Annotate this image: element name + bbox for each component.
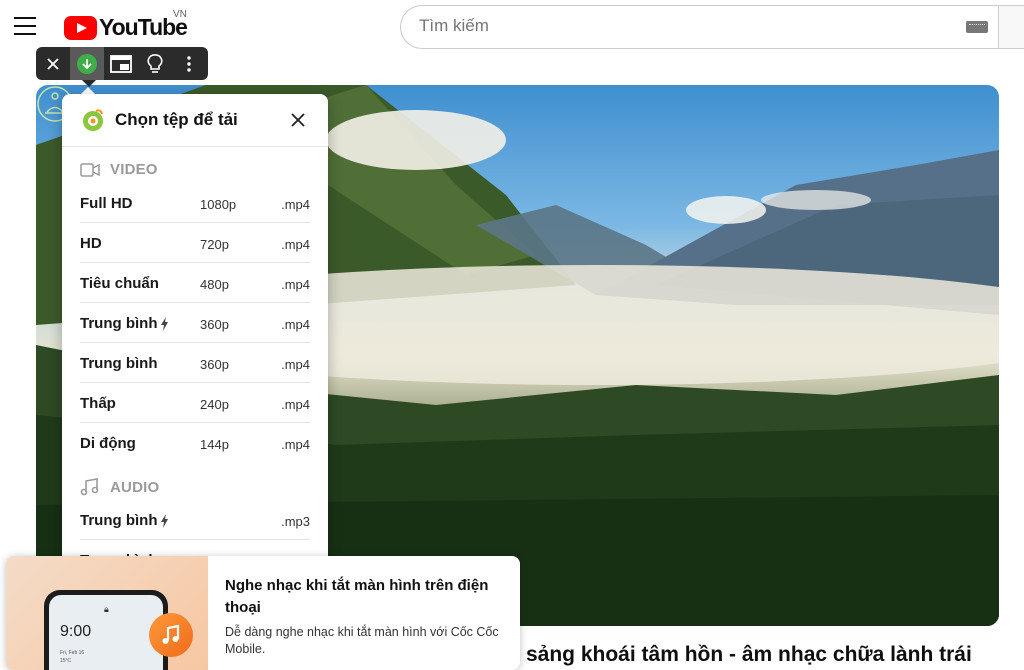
picture-in-picture-icon[interactable] <box>104 47 138 80</box>
option-quality: Di động <box>80 435 136 452</box>
video-section-label: VIDEO <box>110 161 158 178</box>
download-option-row[interactable]: Di động 144p .mp4 <box>80 423 310 463</box>
option-format: .mp4 <box>281 237 310 252</box>
option-quality: Trung bình <box>80 512 169 529</box>
phone-temp: 15°C <box>60 658 72 664</box>
coccoc-logo-icon <box>83 109 103 131</box>
option-quality: Full HD <box>80 195 133 212</box>
music-note-icon <box>80 478 99 496</box>
download-option-row[interactable]: Trung bình .mp3 <box>80 500 310 540</box>
option-format: .mp4 <box>281 357 310 372</box>
phone-time: 9:00 <box>60 623 92 640</box>
download-panel: Chọn tệp để tải VIDEO Full HD 1080p .mp4 HD… <box>62 94 328 588</box>
music-note-icon <box>149 613 193 657</box>
more-vert-icon[interactable] <box>172 47 206 80</box>
lock-icon: 🔒︎ <box>104 604 109 614</box>
close-icon[interactable] <box>287 109 309 131</box>
download-option-row[interactable]: Tiêu chuẩn 480p .mp4 <box>80 263 310 303</box>
panel-title: Chọn tệp để tải <box>115 110 238 129</box>
option-resolution: 144p <box>200 437 229 452</box>
close-icon[interactable] <box>36 47 70 80</box>
option-quality: Trung bình <box>80 315 169 332</box>
phone-date: Fri, Feb 16 <box>60 650 85 656</box>
option-format: .mp4 <box>281 317 310 332</box>
coccoc-video-toolbar <box>36 47 208 80</box>
lightbulb-icon[interactable] <box>138 47 172 80</box>
download-option-row[interactable]: Trung bình 360p .mp4 <box>80 303 310 343</box>
option-quality: HD <box>80 235 102 252</box>
menu-icon[interactable] <box>14 17 36 35</box>
download-option-row[interactable]: HD 720p .mp4 <box>80 223 310 263</box>
download-option-row[interactable]: Full HD 1080p .mp4 <box>80 183 310 223</box>
option-resolution: 360p <box>200 317 229 332</box>
option-resolution: 720p <box>200 237 229 252</box>
audio-section-header: AUDIO <box>80 478 159 496</box>
search-input[interactable] <box>419 16 939 36</box>
option-quality: Thấp <box>80 395 116 412</box>
video-title: sảng khoái tâm hồn - âm nhạc chữa lành t… <box>526 643 972 666</box>
option-format: .mp4 <box>281 437 310 452</box>
promo-illustration: 🔒︎ 9:00 Fri, Feb 16 15°C <box>6 556 208 670</box>
promo-description: Dễ dàng nghe nhạc khi tắt màn hình với C… <box>225 625 499 656</box>
option-resolution: 1080p <box>200 197 237 212</box>
coccoc-promo-card[interactable]: 🔒︎ 9:00 Fri, Feb 16 15°C Nghe nhạc khi t… <box>6 556 520 670</box>
search-button[interactable] <box>998 5 1024 49</box>
option-resolution: 360p <box>200 357 229 372</box>
download-option-row[interactable]: Thấp 240p .mp4 <box>80 383 310 423</box>
audio-section-label: AUDIO <box>110 478 160 496</box>
option-format: .mp3 <box>281 514 310 529</box>
option-quality: Trung bình <box>80 355 158 372</box>
keyboard-icon[interactable] <box>966 21 988 33</box>
option-quality: Tiêu chuẩn <box>80 275 159 292</box>
option-format: .mp4 <box>281 397 310 412</box>
country-code: VN <box>173 9 187 20</box>
video-camera-icon <box>80 162 100 177</box>
panel-header: Chọn tệp để tải <box>62 94 328 147</box>
video-section-header: VIDEO <box>80 161 158 178</box>
youtube-play-icon <box>64 15 97 40</box>
download-option-row[interactable]: Trung bình 360p .mp4 <box>80 343 310 383</box>
lightning-icon <box>161 316 169 331</box>
youtube-logo[interactable]: YouTube <box>64 14 188 41</box>
promo-title: Nghe nhạc khi tắt màn hình trên điện tho… <box>225 577 489 616</box>
option-resolution: 240p <box>200 397 229 412</box>
download-icon[interactable] <box>70 47 104 80</box>
option-format: .mp4 <box>281 277 310 292</box>
search-box <box>400 5 1000 49</box>
option-resolution: 480p <box>200 277 229 292</box>
toolbar-pointer <box>82 80 96 87</box>
option-format: .mp4 <box>281 197 310 212</box>
lightning-icon <box>161 513 169 528</box>
